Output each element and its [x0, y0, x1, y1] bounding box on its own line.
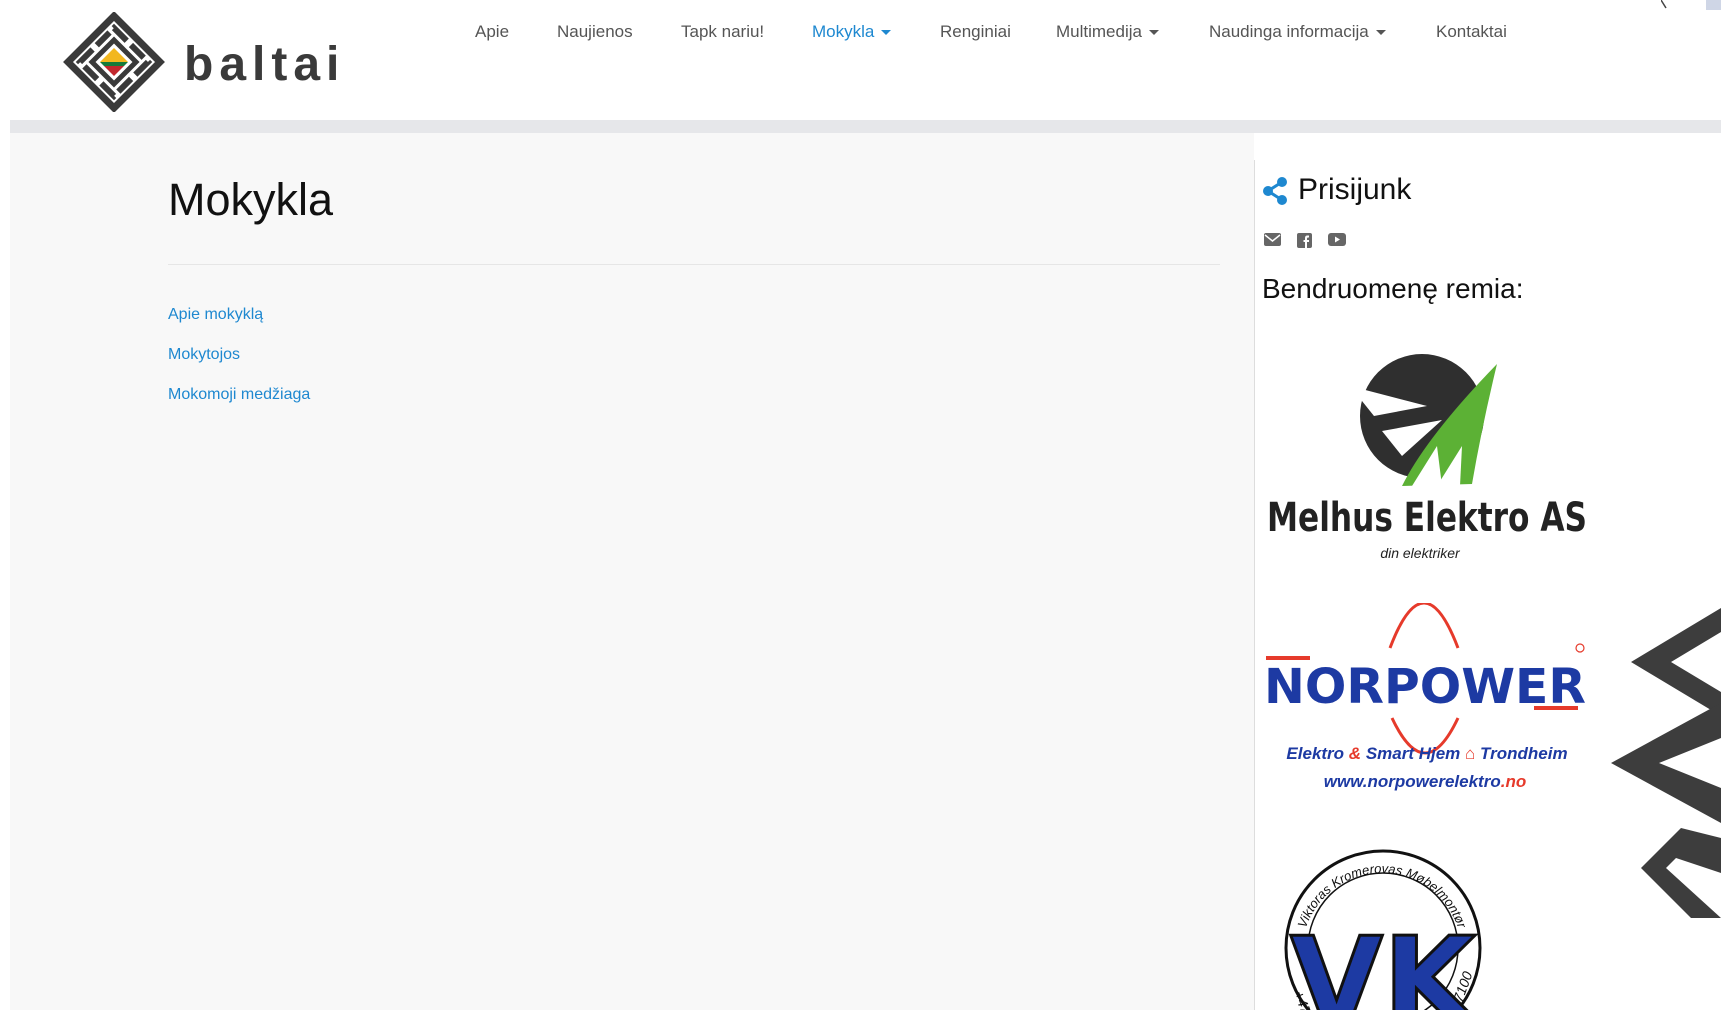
facebook-icon[interactable]	[1297, 233, 1312, 248]
logo-wordmark: baltai	[184, 30, 364, 105]
norpower-wave-top	[1388, 601, 1460, 649]
link-apie-mokykla[interactable]: Apie mokyklą	[168, 305, 310, 345]
school-links: Apie mokyklą Mokytojos Mokomoji medžiaga	[168, 305, 310, 425]
envelope-icon[interactable]	[1264, 233, 1281, 246]
share-heading-text: Prisijunk	[1298, 173, 1412, 206]
logo-name-left: baltai	[184, 38, 345, 91]
norpower-url-main: www.norpowerelektro	[1324, 772, 1501, 791]
sponsor-melhus-elektro[interactable]: Melhus Elektro AS din elektriker	[1262, 346, 1592, 566]
share-heading: Prisijunk	[1262, 173, 1411, 207]
nav-item-apie[interactable]: Apie	[475, 22, 509, 42]
site-header: baltai Apie Naujienos Tapk nariu! Mokykl…	[0, 0, 1721, 120]
chevron-down-icon	[881, 30, 892, 36]
house-icon: ⌂	[1465, 744, 1475, 763]
svg-text:Elektro & Smar: Elektro & Smart Hjem ⌂ Trondheim	[1286, 744, 1567, 763]
decorative-chevrons	[1611, 608, 1721, 918]
share-icon	[1263, 177, 1287, 206]
norpower-tag-city: Trondheim	[1480, 744, 1568, 763]
social-links	[1264, 233, 1346, 248]
sidebar-divider	[1254, 160, 1255, 1010]
sponsor-norpower[interactable]: NORPOWER Elektro & Smart Hjem ⌂ Trondhei…	[1262, 601, 1592, 803]
link-mokomoji-medziaga[interactable]: Mokomoji medžiaga	[168, 385, 310, 425]
melhus-logo-icon	[1350, 354, 1497, 486]
page-title: Mokykla	[168, 174, 334, 225]
nav-item-mokykla[interactable]: Mokykla	[812, 22, 892, 42]
norpower-tag-smart: Smart Hjem	[1366, 744, 1460, 763]
sponsors-heading: Bendruomenę remia:	[1262, 273, 1524, 304]
melhus-tagline: din elektriker	[1380, 545, 1461, 561]
main-content: Mokykla Apie mokyklą Mokytojos Mokomoji …	[10, 133, 1254, 1010]
melhus-name: Melhus Elektro AS	[1267, 495, 1587, 541]
norpower-tag-amp: &	[1349, 744, 1361, 763]
title-divider	[168, 264, 1220, 265]
header-divider-band	[10, 120, 1721, 133]
chevron-down-icon	[1148, 30, 1159, 36]
nav-item-naudinga-informacija[interactable]: Naudinga informacija	[1209, 22, 1386, 42]
nav-item-naujienos[interactable]: Naujienos	[557, 22, 633, 42]
norpower-name: NORPOWER	[1264, 659, 1586, 715]
norpower-tag-elektro: Elektro	[1286, 744, 1344, 763]
nav-item-kontaktai[interactable]: Kontaktai	[1436, 22, 1507, 42]
nav-item-renginiai[interactable]: Renginiai	[940, 22, 1011, 42]
chevron-down-icon	[1375, 30, 1386, 36]
decorative-corner	[1661, 0, 1721, 10]
nav-item-multimedija[interactable]: Multimedija	[1056, 22, 1159, 42]
youtube-icon[interactable]	[1328, 233, 1346, 246]
sponsor-kromerovas[interactable]: Viktoras Kromerovas Møbelmontør VK +4796…	[1262, 833, 1504, 1015]
svg-text:www.norpowerelektro.no: www.norpowerelektro.no	[1324, 772, 1526, 791]
link-mokytojos[interactable]: Mokytojos	[168, 345, 310, 385]
norpower-url-tld: .no	[1501, 772, 1527, 791]
site-logo[interactable]: baltai	[54, 11, 364, 113]
nav-item-tapk-nariu[interactable]: Tapk nariu!	[681, 22, 764, 42]
